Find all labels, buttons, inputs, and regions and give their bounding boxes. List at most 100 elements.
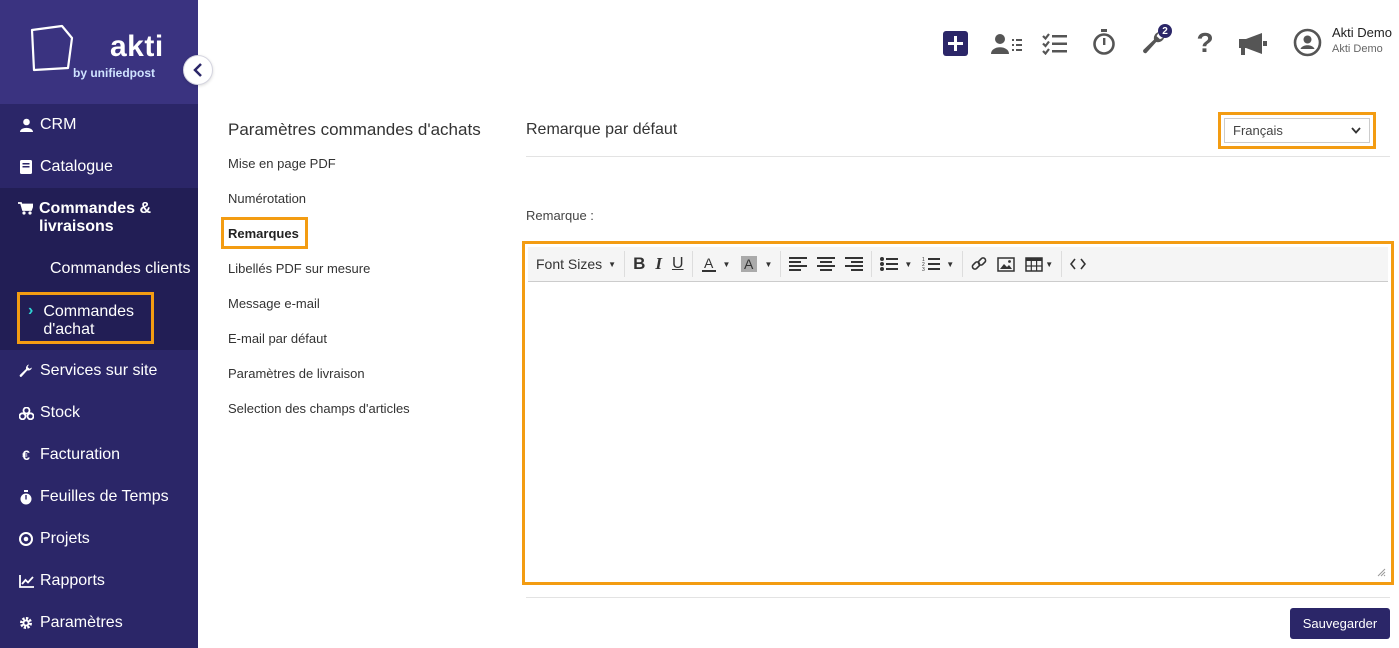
settings-link-livraison[interactable]: Paramètres de livraison (228, 366, 365, 381)
contacts-list-icon (991, 34, 1022, 54)
sidebar-item-label: CRM (40, 116, 77, 133)
settings-link-libelles[interactable]: Libellés PDF sur mesure (228, 261, 370, 276)
align-right-icon (845, 257, 864, 271)
cubes-icon (18, 405, 34, 421)
sidebar-item-catalogue[interactable]: Catalogue (0, 146, 198, 188)
language-select-highlight: Français (1218, 112, 1376, 149)
sidebar-item-label: Rapports (40, 572, 105, 589)
user-company: Akti Demo (1332, 43, 1383, 55)
caret-down-icon: ▼ (946, 259, 955, 269)
settings-link-remarques[interactable]: Remarques (221, 217, 308, 249)
text-color-button[interactable]: A ▼ (696, 251, 736, 277)
bullet-list-button[interactable]: ▼ (875, 251, 917, 277)
image-button[interactable] (992, 251, 1020, 277)
sidebar-subitem-commandes-clients[interactable]: Commandes clients (50, 260, 191, 278)
sidebar-item-label: Catalogue (40, 158, 113, 175)
link-icon (971, 257, 987, 270)
sidebar-item-commandes[interactable]: Commandes & livraisons (18, 200, 188, 236)
toolbar-separator (962, 251, 964, 277)
chevron-left-icon (193, 63, 202, 77)
font-sizes-dropdown[interactable]: Font Sizes ▼ (534, 251, 621, 277)
divider (526, 156, 1390, 157)
code-view-button[interactable] (1065, 251, 1091, 277)
sidebar-item-feuilles-temps[interactable]: Feuilles de Temps (0, 476, 198, 518)
bold-button[interactable]: B (628, 251, 650, 277)
timer-button[interactable] (1091, 29, 1117, 55)
sidebar-item-label: Services sur site (40, 362, 158, 379)
toolbar-separator (1061, 251, 1063, 277)
sidebar-item-stock[interactable]: Stock (0, 392, 198, 434)
gear-icon (18, 615, 34, 631)
sidebar-item-label: Paramètres (40, 614, 123, 631)
user-icon (18, 117, 34, 133)
align-left-button[interactable] (784, 251, 812, 277)
announcements-button[interactable] (1238, 31, 1268, 57)
editor-content-area[interactable] (528, 282, 1388, 579)
sidebar-item-rapports[interactable]: Rapports (0, 560, 198, 602)
divider (526, 597, 1390, 598)
toolbar-separator (780, 251, 782, 277)
settings-link-champs-articles[interactable]: Selection des champs d'articles (228, 401, 410, 416)
caret-down-icon: ▼ (608, 259, 617, 269)
user-avatar[interactable] (1292, 27, 1322, 57)
settings-link-email-defaut[interactable]: E-mail par défaut (228, 331, 327, 346)
align-center-button[interactable] (812, 251, 840, 277)
bold-icon: B (633, 254, 646, 273)
caret-down-icon: ▼ (1045, 259, 1054, 269)
sidebar-item-crm[interactable]: CRM (0, 104, 198, 146)
italic-button[interactable]: I (650, 251, 667, 277)
question-icon: ? (1196, 27, 1214, 58)
chevron-right-icon: › (28, 302, 34, 319)
settings-link-mise-en-page[interactable]: Mise en page PDF (228, 156, 336, 171)
numbered-list-button[interactable]: 123 ▼ (917, 251, 959, 277)
tasks-button[interactable] (1042, 31, 1068, 57)
user-name[interactable]: Akti Demo (1332, 25, 1392, 40)
stopwatch-icon (1093, 29, 1115, 55)
language-selected: Français (1233, 123, 1283, 138)
toolbar-separator (624, 251, 626, 277)
target-icon (18, 531, 34, 547)
sidebar-item-parametres[interactable]: Paramètres (0, 602, 198, 644)
sidebar-subitem-label: Commandes d'achat (43, 303, 135, 338)
table-button[interactable]: ▼ (1020, 251, 1058, 277)
toolbar-separator (871, 251, 873, 277)
remark-label: Remarque : (526, 208, 594, 223)
settings-link-numerotation[interactable]: Numérotation (228, 191, 306, 206)
settings-link-message-email[interactable]: Message e-mail (228, 296, 320, 311)
underline-button[interactable]: U (667, 251, 689, 277)
user-circle-icon (1293, 28, 1321, 56)
language-select[interactable]: Français (1224, 118, 1370, 143)
image-icon (997, 256, 1015, 272)
svg-text:3: 3 (922, 267, 925, 272)
sidebar-item-facturation[interactable]: € Facturation (0, 434, 198, 476)
sidebar-subitem-commandes-achat[interactable]: › Commandes d'achat (17, 292, 154, 344)
sidebar-item-label: Stock (40, 404, 81, 421)
svg-text:A: A (704, 255, 714, 271)
italic-icon: I (655, 254, 662, 273)
contacts-button[interactable] (991, 31, 1023, 57)
sidebar-item-label: Feuilles de Temps (40, 488, 169, 505)
link-button[interactable] (966, 251, 992, 277)
sidebar-item-projets[interactable]: Projets (0, 518, 198, 560)
caret-down-icon: ▼ (722, 259, 731, 269)
save-button[interactable]: Sauvegarder (1290, 608, 1390, 639)
notification-badge: 2 (1158, 24, 1172, 38)
rich-text-editor: Font Sizes ▼ B I U A ▼ A ▼ ▼ 1 2 3 ▼ ▼ (522, 241, 1394, 585)
svg-text:A: A (744, 256, 754, 272)
sidebar-item-services[interactable]: Services sur site (0, 350, 198, 392)
help-button[interactable]: ? (1192, 27, 1218, 58)
settings-title: Paramètres commandes d'achats (228, 120, 481, 139)
sidebar-collapse-button[interactable] (183, 55, 213, 85)
caret-down-icon: ▼ (904, 259, 913, 269)
brand-name: akti (110, 30, 164, 63)
toolbar-separator (691, 251, 693, 277)
resize-grip-icon[interactable] (1377, 568, 1386, 577)
underline-icon: U (671, 255, 684, 272)
background-color-button[interactable]: A ▼ (735, 251, 777, 277)
megaphone-icon (1239, 33, 1267, 55)
wrench-icon (18, 363, 34, 379)
add-button[interactable] (942, 30, 968, 56)
align-right-button[interactable] (840, 251, 868, 277)
section-title: Remarque par défaut (526, 121, 678, 138)
sidebar-item-label: Projets (40, 530, 90, 547)
